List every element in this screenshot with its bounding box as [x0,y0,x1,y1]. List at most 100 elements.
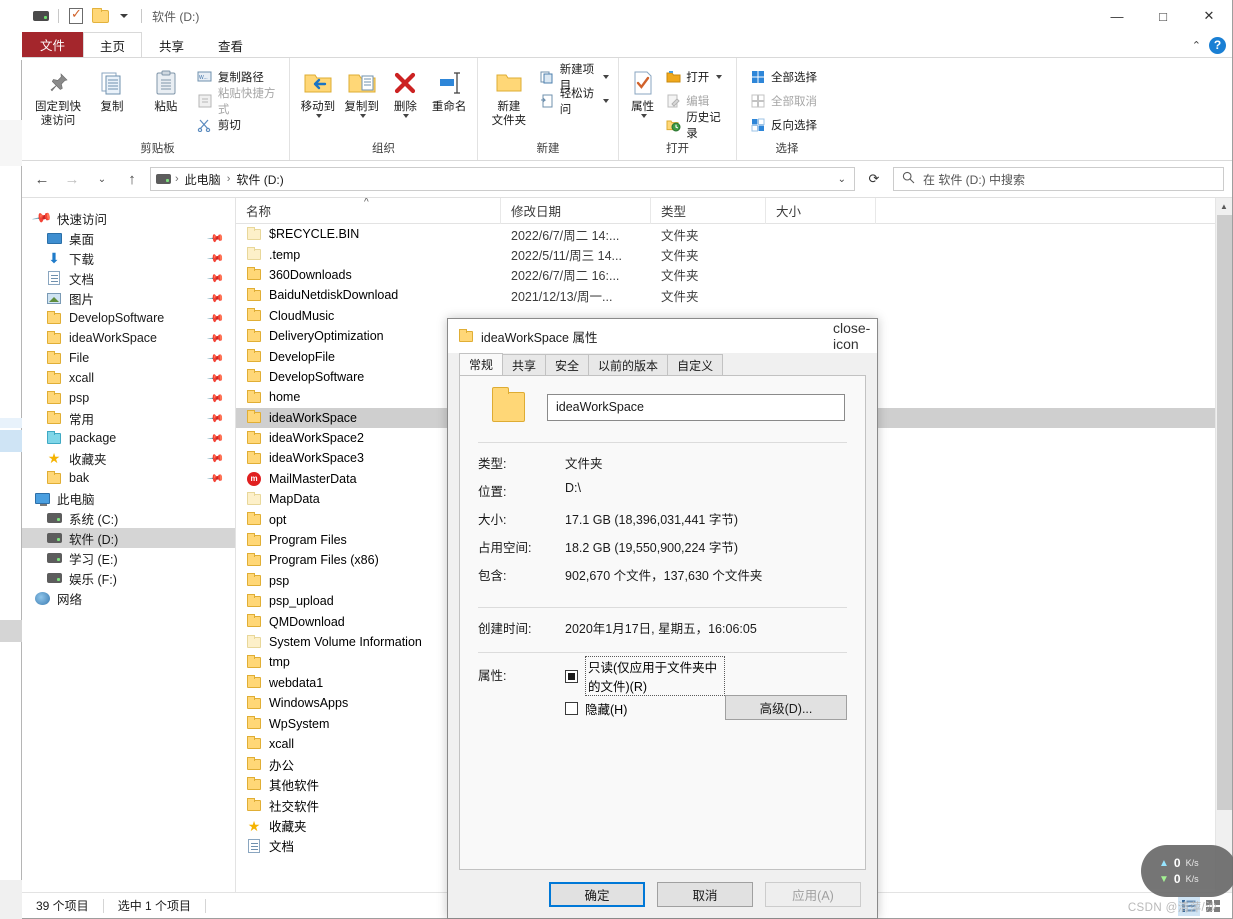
chevron-down-icon[interactable]: ⌄ [838,174,850,185]
minimize-button[interactable]: — [1094,0,1140,32]
chevron-down-icon[interactable] [403,114,410,119]
pin-icon[interactable]: 📌 [207,329,226,347]
sidebar-item-[interactable]: 此电脑 [22,488,235,508]
dialog-tab-general[interactable]: 常规 [459,353,504,375]
column-header-date[interactable]: 修改日期 [501,198,651,224]
invert-selection-button[interactable]: 反向选择 [747,114,820,135]
vertical-scrollbar[interactable]: ▲ [1215,198,1232,892]
sidebar-item-developsoftware[interactable]: DevelopSoftware 📌 [22,308,235,328]
chevron-down-icon[interactable] [603,98,609,103]
dialog-tab-sharing[interactable]: 共享 [502,354,547,375]
sidebar-item-psp[interactable]: psp 📌 [22,388,235,408]
up-arrow-icon[interactable]: ↑ [120,167,144,191]
search-input[interactable]: 在 软件 (D:) 中搜索 [893,167,1224,191]
recent-locations-icon[interactable]: ⌄ [90,167,114,191]
sidebar-item-[interactable]: 桌面 📌 [22,228,235,248]
network-speed-widget[interactable]: ▲ 0 K/s ▼ 0 K/s [1141,845,1233,897]
advanced-button[interactable]: 高级(D)... [725,695,847,720]
breadcrumb-drive-d[interactable]: 软件 (D:) [234,171,285,188]
sidebar-item-file[interactable]: File 📌 [22,348,235,368]
close-button[interactable]: ✕ [1186,0,1232,32]
column-header-size[interactable]: 大小 [766,198,876,224]
background-window[interactable] [0,0,22,919]
checkbox-properties-icon[interactable] [65,5,87,27]
customize-caret-icon[interactable] [113,5,135,27]
pin-icon[interactable]: 📌 [207,309,226,327]
pin-icon[interactable]: 📌 [207,449,226,467]
dialog-tab-customize[interactable]: 自定义 [667,354,724,375]
readonly-checkbox[interactable] [565,669,578,683]
tab-share[interactable]: 共享 [142,32,201,57]
collapse-ribbon-icon[interactable]: ⌃ [1192,39,1201,52]
dialog-tab-security[interactable]: 安全 [545,354,590,375]
table-row[interactable]: .temp 2022/5/11/周三 14... 文件夹 [236,244,1232,264]
tab-file[interactable]: 文件 [22,32,84,57]
table-row[interactable]: BaiduNetdiskDownload 2021/12/13/周一... 文件夹 [236,285,1232,305]
select-all-button[interactable]: 全部选择 [747,66,820,87]
scroll-up-arrow-icon[interactable]: ▲ [1216,198,1232,215]
sidebar-item-package[interactable]: package 📌 [22,428,235,448]
rename-button[interactable]: 重命名 [427,62,471,114]
properties-button[interactable]: 属性 [625,62,660,119]
navigation-pane[interactable]: 📌 快速访问 桌面 📌 ⬇ 下载 📌 文档 📌 图片 📌 DevelopSoftware 📌 ideaWo… [22,198,235,892]
column-header-name[interactable]: 名称 ^ [236,198,501,224]
tab-home[interactable]: 主页 [83,32,143,57]
paste-shortcut-button[interactable]: 粘贴快捷方式 [194,88,283,116]
hidden-checkbox[interactable] [565,701,578,715]
copy-to-button[interactable]: 复制到 [340,62,384,119]
pin-icon[interactable]: 📌 [207,389,226,407]
back-arrow-icon[interactable]: ← [30,167,54,191]
pin-icon[interactable]: 📌 [207,409,226,427]
tab-view[interactable]: 查看 [201,32,260,57]
chevron-down-icon[interactable] [716,74,723,79]
sidebar-item-[interactable]: 📌 快速访问 [22,207,235,229]
chevron-down-icon[interactable] [315,114,322,119]
sidebar-item-xcall[interactable]: xcall 📌 [22,368,235,388]
copy-button[interactable]: 复制 [86,62,138,114]
sidebar-item-e[interactable]: 学习 (E:) [22,548,235,568]
forward-arrow-icon[interactable]: → [60,167,84,191]
pin-icon[interactable]: 📌 [207,369,226,387]
sidebar-item-[interactable]: 图片 📌 [22,288,235,308]
chevron-down-icon[interactable] [640,114,647,119]
breadcrumb-this-pc[interactable]: 此电脑 [183,171,223,188]
drive-icon[interactable] [30,5,52,27]
new-folder-icon[interactable] [89,5,111,27]
pin-icon[interactable]: 📌 [207,349,226,367]
sidebar-item-bak[interactable]: bak 📌 [22,468,235,488]
history-button[interactable]: 历史记录 [662,112,730,140]
folder-name-input[interactable]: ideaWorkSpace [547,393,845,421]
pin-icon[interactable]: 📌 [207,469,226,487]
new-folder-button[interactable]: 新建 文件夹 [484,62,534,129]
table-row[interactable]: $RECYCLE.BIN 2022/6/7/周二 14:... 文件夹 [236,224,1232,244]
open-button[interactable]: 打开 [662,66,730,87]
help-icon[interactable]: ? [1209,36,1226,54]
dialog-tab-previous-versions[interactable]: 以前的版本 [588,354,669,375]
address-bar[interactable]: › 此电脑 › 软件 (D:) ⌄ [150,167,855,191]
ok-button[interactable]: 确定 [549,881,645,907]
cancel-button[interactable]: 取消 [657,881,753,907]
sidebar-item-[interactable]: 常用 📌 [22,408,235,428]
easy-access-button[interactable]: 轻松访问 [536,88,612,116]
move-to-button[interactable]: 移动到 [296,62,340,119]
delete-button[interactable]: 删除 [384,62,428,119]
pin-icon[interactable]: 📌 [207,289,226,307]
sidebar-item-f[interactable]: 娱乐 (F:) [22,568,235,588]
pin-icon[interactable]: 📌 [207,229,226,247]
column-header-type[interactable]: 类型 [651,198,766,224]
apply-button[interactable]: 应用(A) [765,881,861,907]
sidebar-item-d[interactable]: 软件 (D:) [22,528,235,548]
sidebar-item-c[interactable]: 系统 (C:) [22,508,235,528]
paste-button[interactable]: 粘贴 [140,62,192,114]
sidebar-item-[interactable]: ★ 收藏夹 📌 [22,448,235,468]
hidden-checkbox-row[interactable]: 隐藏(H) [565,697,725,719]
chevron-down-icon[interactable] [359,114,366,119]
chevron-down-icon[interactable] [603,74,609,79]
sidebar-item-ideaworkspace[interactable]: ideaWorkSpace 📌 [22,328,235,348]
pin-icon[interactable]: 📌 [207,249,226,267]
select-none-button[interactable]: 全部取消 [747,90,820,111]
table-row[interactable]: 360Downloads 2022/6/7/周二 16:... 文件夹 [236,265,1232,285]
pin-icon[interactable]: 📌 [207,269,226,287]
pin-icon[interactable]: 📌 [207,429,226,447]
sidebar-item-[interactable]: ⬇ 下载 📌 [22,248,235,268]
